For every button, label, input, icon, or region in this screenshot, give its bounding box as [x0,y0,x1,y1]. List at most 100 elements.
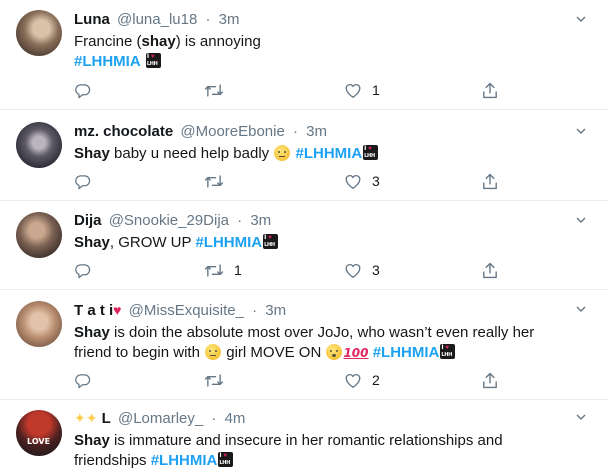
timestamp[interactable]: 3m [265,302,286,319]
steam-face-emoji-icon [326,344,343,360]
tweet-actions: 1 [74,80,504,100]
like-icon [345,83,361,98]
share-icon [483,82,497,98]
avatar[interactable] [16,122,62,168]
user-handle[interactable]: @Lomarley_ [118,410,203,427]
chevron-down-icon[interactable] [576,412,586,422]
display-name[interactable]: mz. chocolate [74,123,173,140]
tweet-text: Shay is doin the absolute most over JoJo… [74,324,535,361]
avatar[interactable]: LOVE [16,410,62,456]
hashtag-link[interactable]: #LHHMIA [195,234,262,251]
like-icon [345,174,361,189]
share-button[interactable] [482,80,498,100]
avatar[interactable] [16,212,62,258]
avatar-love-text: LOVE [27,437,51,446]
separator-dot: · [237,212,243,229]
display-name[interactable]: Dija [74,212,102,229]
lhh-hashflag-icon: I ♥ LHH [218,452,234,467]
hundred-emoji-icon: 100 [343,346,369,360]
reply-button[interactable] [74,171,91,191]
like-count: 1 [372,82,380,98]
reply-button[interactable] [74,370,91,390]
lhh-hashflag-icon: I ♥ LHH [145,53,161,68]
timestamp[interactable]: 3m [306,123,327,140]
hashtag-link[interactable]: #LHHMIA [74,53,141,70]
retweet-count: 1 [234,262,242,278]
display-name[interactable]: T a t i [74,302,113,319]
retweet-icon [204,83,224,97]
share-icon [483,372,497,388]
like-button[interactable]: 2 [344,370,380,390]
heart-emoji-icon: ♥ [113,302,122,318]
tweet[interactable]: LOVE ✦✦ L @Lomarley_ · 4m Shay is immatu… [0,400,608,469]
retweet-icon [204,263,224,277]
tweet-feed: Luna @luna_lu18 · 3m Francine (shay) is … [0,0,608,469]
timestamp[interactable]: 3m [250,212,271,229]
like-count: 3 [372,173,380,189]
retweet-button[interactable] [204,80,234,100]
tweet-text: Shay, GROW UP #LHHMIA I ♥ LHH [74,233,568,253]
retweet-button[interactable] [204,171,234,191]
reply-icon [75,83,91,98]
retweet-button[interactable]: 1 [204,260,242,280]
reply-icon [75,263,91,278]
tweet-actions: 2 [74,370,504,390]
like-icon [345,373,361,388]
like-button[interactable]: 3 [344,260,380,280]
like-count: 3 [372,262,380,278]
tweet[interactable]: Luna @luna_lu18 · 3m Francine (shay) is … [0,0,608,110]
hashtag-link[interactable]: #LHHMIA [151,452,218,469]
retweet-icon [204,174,224,188]
like-button[interactable]: 1 [344,80,380,100]
display-name[interactable]: Luna [74,11,110,28]
chevron-down-icon[interactable] [576,304,586,314]
chevron-down-icon[interactable] [576,126,586,136]
display-name[interactable]: L [102,410,111,427]
like-count: 2 [372,372,380,388]
user-handle[interactable]: @Snookie_29Dija [109,212,229,229]
separator-dot: · [293,123,298,140]
lhh-hashflag-icon: I ♥ LHH [363,145,379,160]
retweet-button[interactable] [204,370,234,390]
timestamp[interactable]: 4m [225,410,246,427]
avatar[interactable] [16,301,62,347]
user-handle[interactable]: @MissExquisite_ [129,302,244,319]
tweet-actions: 3 [74,171,504,191]
avatar-image [16,10,62,56]
reply-button[interactable] [74,80,91,100]
tweet-actions: 1 3 [74,260,504,280]
worried-face-emoji-icon [205,344,222,360]
tweet-text: Francine (shay) is annoying #LHHMIA I ♥ LH… [74,33,261,70]
chevron-down-icon[interactable] [576,215,586,225]
timestamp[interactable]: 3m [219,11,240,28]
share-button[interactable] [482,370,498,390]
reply-icon [75,174,91,189]
sparkles-emoji-icon: ✦✦ [74,410,98,426]
tweet[interactable]: mz. chocolate @MooreEbonie · 3m Shay bab… [0,110,608,201]
tweet[interactable]: T a t i♥ @MissExquisite_ · 3m Shay is do… [0,290,608,400]
share-icon [483,262,497,278]
retweet-icon [204,373,224,387]
lhh-hashflag-icon: I ♥ LHH [263,234,279,249]
tweet-text: Shay baby u need help badly #LHHMIA I ♥ LHH [74,144,568,164]
user-handle[interactable]: @MooreEbonie [180,123,284,140]
user-handle[interactable]: @luna_lu18 [117,11,197,28]
avatar-image: LOVE [16,410,62,456]
like-button[interactable]: 3 [344,171,380,191]
worried-face-emoji-icon [274,145,291,161]
avatar-image [16,212,62,258]
chevron-down-icon[interactable] [576,14,586,24]
avatar[interactable] [16,10,62,56]
reply-button[interactable] [74,260,91,280]
hashtag-link[interactable]: #LHHMIA [373,344,440,361]
separator-dot: · [252,302,258,319]
tweet[interactable]: Dija @Snookie_29Dija · 3m Shay, GROW UP … [0,201,608,290]
avatar-image [16,122,62,168]
hashtag-link[interactable]: #LHHMIA [296,145,363,162]
share-button[interactable] [482,171,498,191]
reply-icon [75,373,91,388]
like-icon [345,263,361,278]
share-button[interactable] [482,260,498,280]
separator-dot: · [211,410,217,427]
lhh-hashflag-icon: I ♥ LHH [440,344,456,359]
